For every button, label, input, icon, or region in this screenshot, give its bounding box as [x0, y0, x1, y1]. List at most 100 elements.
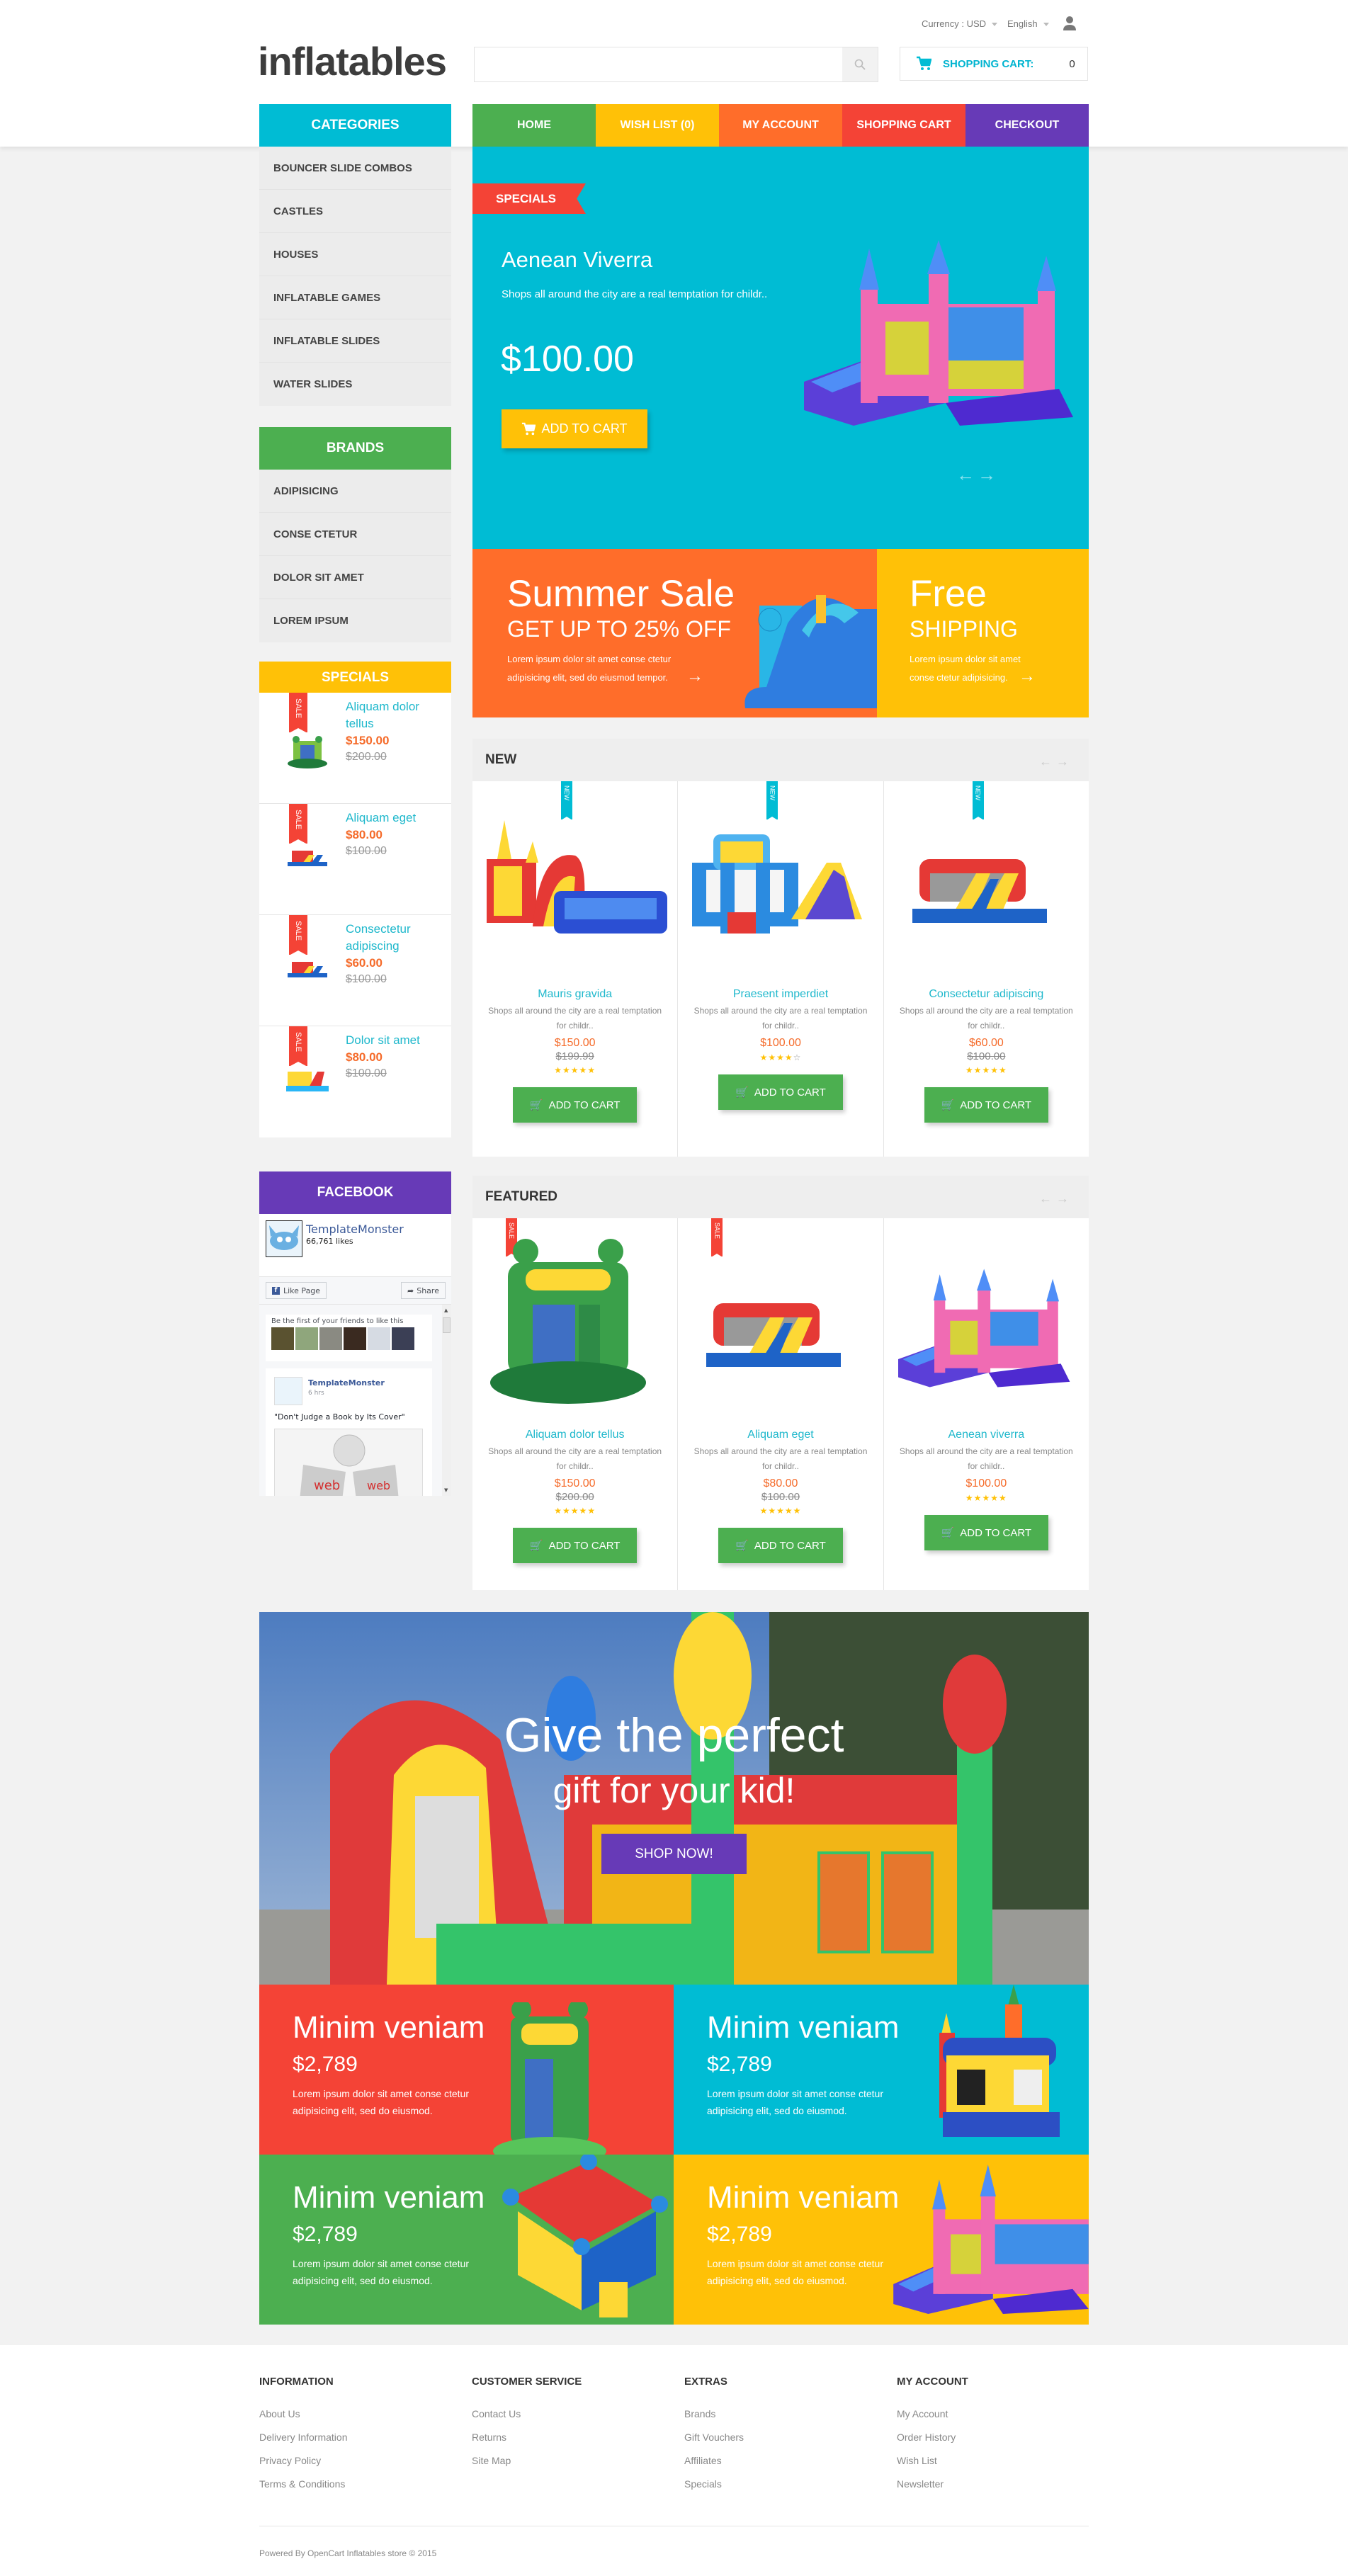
footer-link[interactable]: Affiliates	[684, 2449, 744, 2473]
next-arrow[interactable]: →	[1056, 754, 1073, 768]
special-name[interactable]: Aliquam dolor tellus	[346, 698, 445, 732]
friend-avatar[interactable]	[392, 1327, 414, 1350]
brand-item[interactable]: ADIPISICING	[259, 470, 451, 513]
shop-now-button[interactable]: SHOP NOW!	[601, 1834, 747, 1874]
footer-link[interactable]: Site Map	[472, 2449, 582, 2473]
free-shipping-banner[interactable]: Free SHIPPING Lorem ipsum dolor sit amet…	[877, 549, 1089, 717]
footer-link[interactable]: My Account	[897, 2402, 968, 2426]
special-item[interactable]: SALE Aliquam eget $80.00 $100.00	[259, 804, 451, 915]
post-avatar[interactable]	[274, 1377, 302, 1405]
fb-page-name[interactable]: TemplateMonster	[306, 1222, 404, 1236]
footer-link[interactable]: Specials	[684, 2473, 744, 2496]
add-to-cart-button[interactable]: 🛒 ADD TO CART	[924, 1087, 1049, 1123]
friend-avatar[interactable]	[295, 1327, 318, 1350]
nav-checkout[interactable]: CHECKOUT	[965, 104, 1089, 147]
footer-link[interactable]: Delivery Information	[259, 2426, 348, 2449]
star-filled-icon: ★	[776, 1506, 785, 1516]
product-name[interactable]: Aliquam dolor tellus	[472, 1427, 677, 1443]
hero-next-arrow[interactable]: →	[978, 464, 996, 486]
footer-link[interactable]: Terms & Conditions	[259, 2473, 348, 2496]
cart-widget[interactable]: SHOPPING CART: 0	[900, 47, 1088, 81]
special-name[interactable]: Dolor sit amet	[346, 1032, 445, 1049]
hero-add-to-cart-button[interactable]: ADD TO CART	[502, 409, 647, 448]
add-to-cart-button[interactable]: 🛒 ADD TO CART	[924, 1515, 1049, 1550]
account-icon[interactable]	[1063, 16, 1077, 35]
add-to-cart-button[interactable]: 🛒 ADD TO CART	[718, 1528, 843, 1563]
product-name[interactable]: Praesent imperdiet	[678, 987, 883, 1002]
category-item[interactable]: INFLATABLE SLIDES	[259, 319, 451, 363]
promo-tile[interactable]: Minim veniam $2,789 Lorem ipsum dolor si…	[259, 1985, 674, 2155]
summer-sale-banner[interactable]: Summer Sale GET UP TO 25% OFF Lorem ipsu…	[472, 549, 877, 717]
next-arrow[interactable]: →	[1056, 1191, 1073, 1205]
footer-link[interactable]: Order History	[897, 2426, 968, 2449]
prev-arrow[interactable]: ←	[1039, 1191, 1056, 1205]
post-image[interactable]: web web	[274, 1429, 423, 1496]
product-name[interactable]: Mauris gravida	[472, 987, 677, 1002]
footer-link[interactable]: Privacy Policy	[259, 2449, 348, 2473]
brand-item[interactable]: CONSE CTETUR	[259, 513, 451, 556]
category-item[interactable]: WATER SLIDES	[259, 363, 451, 406]
product-image[interactable]	[706, 1296, 848, 1374]
friend-avatar[interactable]	[344, 1327, 366, 1350]
product-thumbnail[interactable]	[286, 735, 329, 769]
currency-selector[interactable]: Currency : USD	[922, 18, 998, 29]
category-item[interactable]: CASTLES	[259, 190, 451, 233]
hero-title[interactable]: Aenean Viverra	[502, 247, 652, 273]
brand-item[interactable]: DOLOR SIT AMET	[259, 556, 451, 599]
sale-badge: SALE	[711, 1218, 723, 1257]
search-button[interactable]	[842, 47, 878, 81]
promo-tile[interactable]: Minim veniam $2,789 Lorem ipsum dolor si…	[674, 2155, 1089, 2325]
star-filled-icon: ★	[973, 1065, 982, 1075]
logo[interactable]: inflatables	[258, 38, 447, 84]
product-image[interactable]	[692, 834, 869, 941]
post-author[interactable]: TemplateMonster	[308, 1378, 385, 1388]
nav-shopping-cart[interactable]: SHOPPING CART	[842, 104, 965, 147]
add-to-cart-button[interactable]: 🛒 ADD TO CART	[718, 1074, 843, 1110]
footer-link[interactable]: Returns	[472, 2426, 582, 2449]
hero-product-image[interactable]	[804, 240, 1082, 426]
page-avatar[interactable]	[266, 1220, 302, 1257]
post-time[interactable]: 6 hrs	[308, 1390, 324, 1397]
special-name[interactable]: Aliquam eget	[346, 810, 445, 827]
add-to-cart-button[interactable]: 🛒 ADD TO CART	[512, 1087, 638, 1123]
footer-link[interactable]: Gift Vouchers	[684, 2426, 744, 2449]
nav-wishlist[interactable]: WISH LIST (0)	[596, 104, 719, 147]
promo-tile[interactable]: Minim veniam $2,789 Lorem ipsum dolor si…	[259, 2155, 674, 2325]
fb-like-page-button[interactable]: f Like Page	[266, 1282, 327, 1299]
footer-link[interactable]: Wish List	[897, 2449, 968, 2473]
product-image[interactable]	[483, 820, 667, 941]
product-name[interactable]: Aliquam eget	[678, 1427, 883, 1443]
product-name[interactable]: Aenean viverra	[884, 1427, 1089, 1443]
language-selector[interactable]: English	[1007, 18, 1049, 29]
product-image[interactable]	[897, 1261, 1075, 1395]
footer-link[interactable]: Brands	[684, 2402, 744, 2426]
footer-link[interactable]: Contact Us	[472, 2402, 582, 2426]
search-input[interactable]	[475, 47, 844, 81]
friend-avatar[interactable]	[368, 1327, 390, 1350]
brand-item[interactable]: LOREM IPSUM	[259, 599, 451, 642]
nav-home[interactable]: HOME	[472, 104, 596, 147]
footer-link[interactable]: About Us	[259, 2402, 348, 2426]
category-item[interactable]: BOUNCER SLIDE COMBOS	[259, 147, 451, 190]
category-item[interactable]: HOUSES	[259, 233, 451, 276]
footer-link[interactable]: Newsletter	[897, 2473, 968, 2496]
special-item[interactable]: SALE Consectetur adipiscing $60.00 $100.00	[259, 915, 451, 1026]
special-name[interactable]: Consectetur adipiscing	[346, 921, 445, 955]
special-item[interactable]: SALE Dolor sit amet $80.00 $100.00	[259, 1026, 451, 1137]
category-item[interactable]: INFLATABLE GAMES	[259, 276, 451, 319]
add-to-cart-button[interactable]: 🛒 ADD TO CART	[512, 1528, 638, 1563]
friend-avatar[interactable]	[319, 1327, 342, 1350]
product-name[interactable]: Consectetur adipiscing	[884, 987, 1089, 1002]
promo-tile[interactable]: Minim veniam $2,789 Lorem ipsum dolor si…	[674, 1985, 1089, 2155]
prev-arrow[interactable]: ←	[1039, 754, 1056, 768]
product-thumbnail[interactable]	[286, 1069, 329, 1094]
nav-my-account[interactable]: MY ACCOUNT	[719, 104, 842, 147]
product-thumbnail[interactable]	[286, 848, 329, 869]
special-item[interactable]: SALE Aliquam dolor tellus $150.00 $200.00	[259, 693, 451, 804]
friend-avatar[interactable]	[271, 1327, 294, 1350]
fb-scrollbar[interactable]: ▲ ▼	[442, 1305, 451, 1496]
product-image[interactable]	[912, 852, 1054, 930]
hero-prev-arrow[interactable]: ←	[956, 464, 975, 486]
fb-share-button[interactable]: ➦ Share	[401, 1282, 446, 1299]
product-thumbnail[interactable]	[286, 959, 329, 980]
